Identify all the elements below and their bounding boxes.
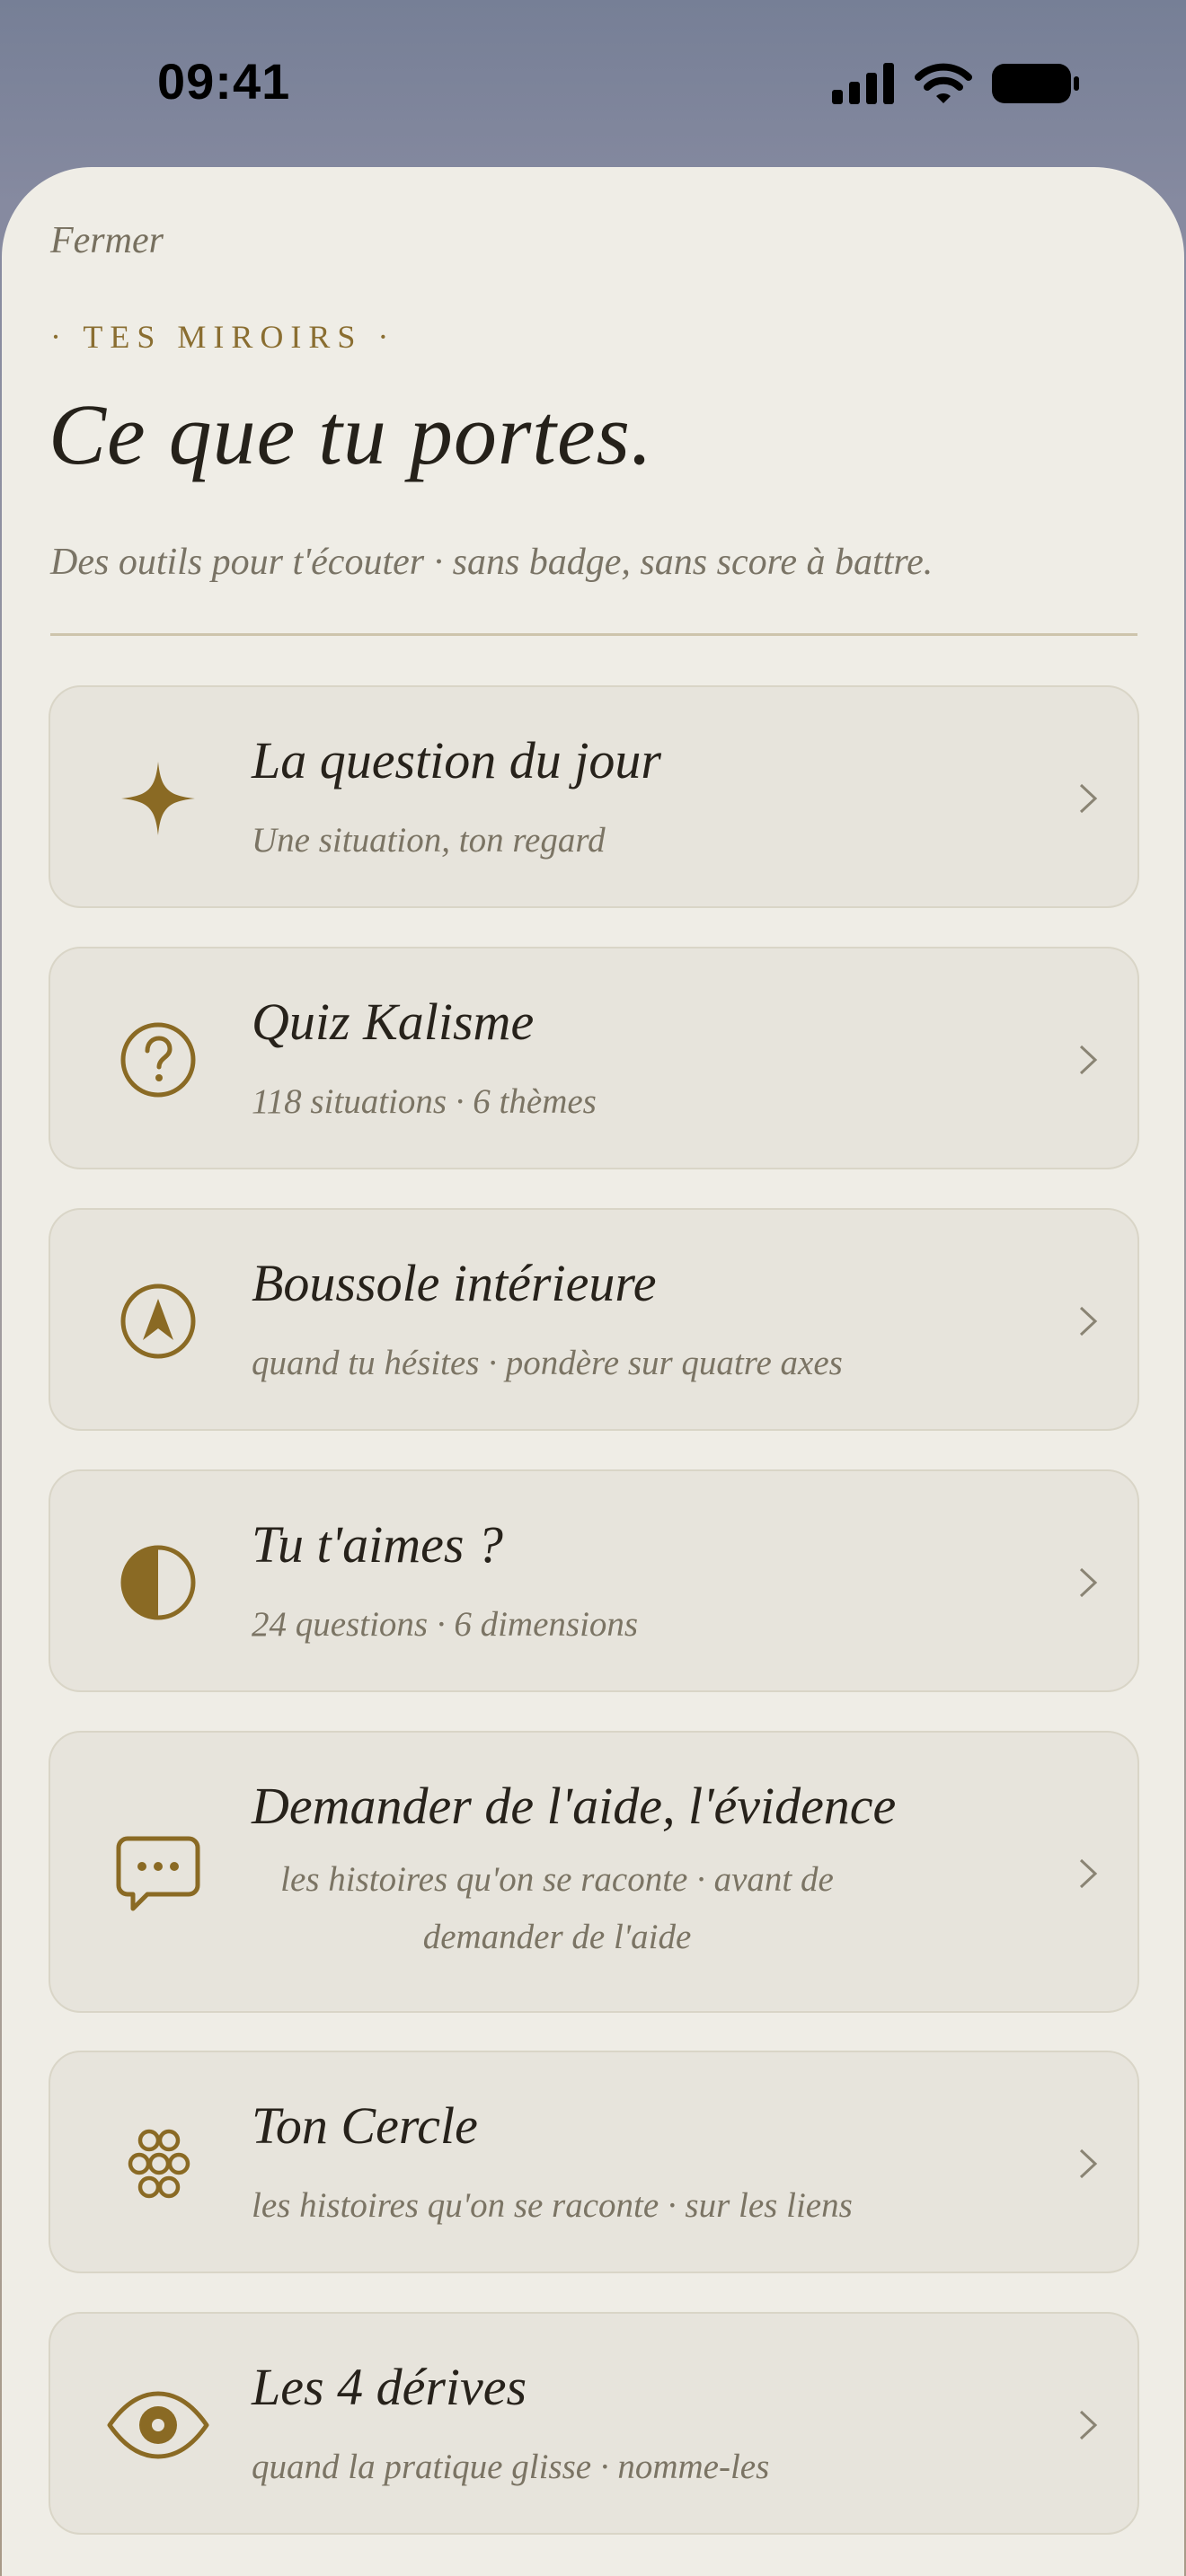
card-demander-aide[interactable]: Demander de l'aide, l'évidence les histo… [49,1731,1139,2013]
card-subtitle: 24 questions · 6 dimensions [252,1605,639,1644]
card-tu-taimes[interactable]: Tu t'aimes ? 24 questions · 6 dimensions [49,1469,1139,1692]
close-button[interactable]: Fermer [50,219,164,262]
card-boussole-interieure[interactable]: Boussole intérieure quand tu hésites · p… [49,1208,1139,1431]
card-subtitle: 118 situations · 6 thèmes [252,1082,597,1121]
card-quiz-kalisme[interactable]: Quiz Kalisme 118 situations · 6 thèmes [49,947,1139,1169]
card-subtitle: les histoires qu'on se raconte · avant d… [280,1860,834,1956]
status-icons [832,63,1080,108]
card-subtitle: Une situation, ton regard [252,821,606,860]
eye-icon [100,2376,217,2475]
section-eyebrow: · TES MIROIRS · [50,319,396,355]
card-title: Les 4 dérives [252,2358,527,2416]
circle-cluster-icon [109,2114,208,2213]
chevron-right-icon [1075,1565,1102,1601]
page-title: Ce que tu portes. [49,386,653,482]
card-subtitle: les histoires qu'on se raconte · sur les… [252,2186,853,2225]
signal-icon [832,63,895,108]
chevron-right-icon [1075,1856,1102,1892]
card-subtitle: quand la pratique glisse · nomme-les [252,2448,770,2486]
card-title: Ton Cercle [252,2096,478,2155]
battery-icon [992,63,1080,108]
question-circle-icon [109,1010,208,1109]
chevron-right-icon [1075,2407,1102,2443]
bottom-sheet: Fermer · TES MIROIRS · Ce que tu portes.… [2,167,1184,2576]
chevron-right-icon [1075,1042,1102,1078]
page-subtitle: Des outils pour t'écouter · sans badge, … [50,542,934,583]
card-title: Demander de l'aide, l'évidence [252,1777,897,1835]
card-title: Boussole intérieure [252,1254,657,1312]
card-ton-cercle[interactable]: Ton Cercle les histoires qu'on se racont… [49,2051,1139,2273]
compass-icon [109,1272,208,1371]
card-title: La question du jour [252,731,661,790]
card-les-4-derives[interactable]: Les 4 dérives quand la pratique glisse ·… [49,2312,1139,2535]
chevron-right-icon [1075,2146,1102,2182]
card-question-du-jour[interactable]: La question du jour Une situation, ton r… [49,685,1139,908]
sparkle-icon [109,749,208,848]
status-bar: 09:41 [0,0,1186,167]
wifi-icon [915,63,972,108]
status-time: 09:41 [157,53,291,110]
chevron-right-icon [1075,781,1102,816]
chevron-right-icon [1075,1303,1102,1339]
half-circle-icon [109,1533,208,1632]
card-title: Quiz Kalisme [252,992,535,1051]
divider [50,633,1137,636]
chat-bubble-icon [109,1824,208,1923]
card-subtitle: quand tu hésites · pondère sur quatre ax… [252,1344,843,1382]
card-title: Tu t'aimes ? [252,1515,503,1574]
